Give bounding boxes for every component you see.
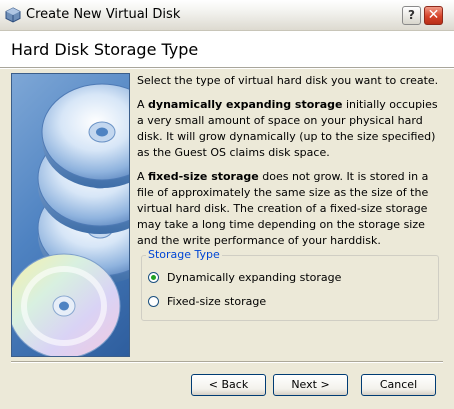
- radio-button-unchecked[interactable]: [148, 295, 159, 307]
- virtualbox-app-icon: [5, 7, 21, 23]
- intro-text: Select the type of virtual hard disk you…: [137, 74, 439, 87]
- fixed-bold: fixed-size storage: [148, 170, 259, 183]
- description-area: Select the type of virtual hard disk you…: [137, 73, 443, 257]
- storage-type-legend: Storage Type: [146, 248, 222, 261]
- close-button[interactable]: ✕: [424, 6, 443, 25]
- next-button[interactable]: Next >: [273, 374, 348, 396]
- radio-dynamic-label: Dynamically expanding storage: [167, 270, 342, 284]
- radio-fixed-label: Fixed-size storage: [167, 294, 267, 308]
- wizard-header: Hard Disk Storage Type: [0, 31, 454, 67]
- dynamic-bold: dynamically expanding storage: [148, 98, 343, 111]
- storage-type-group: [141, 255, 439, 321]
- window-title: Create New Virtual Disk: [26, 7, 181, 22]
- radio-dynamic-storage[interactable]: Dynamically expanding storage: [148, 269, 341, 285]
- dynamic-description: A dynamically expanding storage initiall…: [137, 97, 443, 161]
- back-button[interactable]: < Back: [191, 374, 266, 396]
- radio-fixed-storage[interactable]: Fixed-size storage: [148, 293, 266, 309]
- page-title: Hard Disk Storage Type: [11, 40, 199, 59]
- dynamic-prefix: A: [137, 98, 149, 111]
- cancel-button[interactable]: Cancel: [361, 374, 436, 396]
- help-button[interactable]: ?: [402, 6, 421, 25]
- discs-illustration: [12, 83, 129, 356]
- fixed-description: A fixed-size storage does not grow. It i…: [137, 169, 443, 249]
- fixed-prefix: A: [137, 170, 149, 183]
- footer-divider-highlight: [11, 362, 443, 363]
- header-divider-highlight: [0, 68, 454, 69]
- title-bar[interactable]: Create New Virtual Disk ? ✕: [0, 0, 454, 31]
- wizard-side-image: [11, 73, 130, 357]
- radio-button-checked[interactable]: [148, 271, 159, 283]
